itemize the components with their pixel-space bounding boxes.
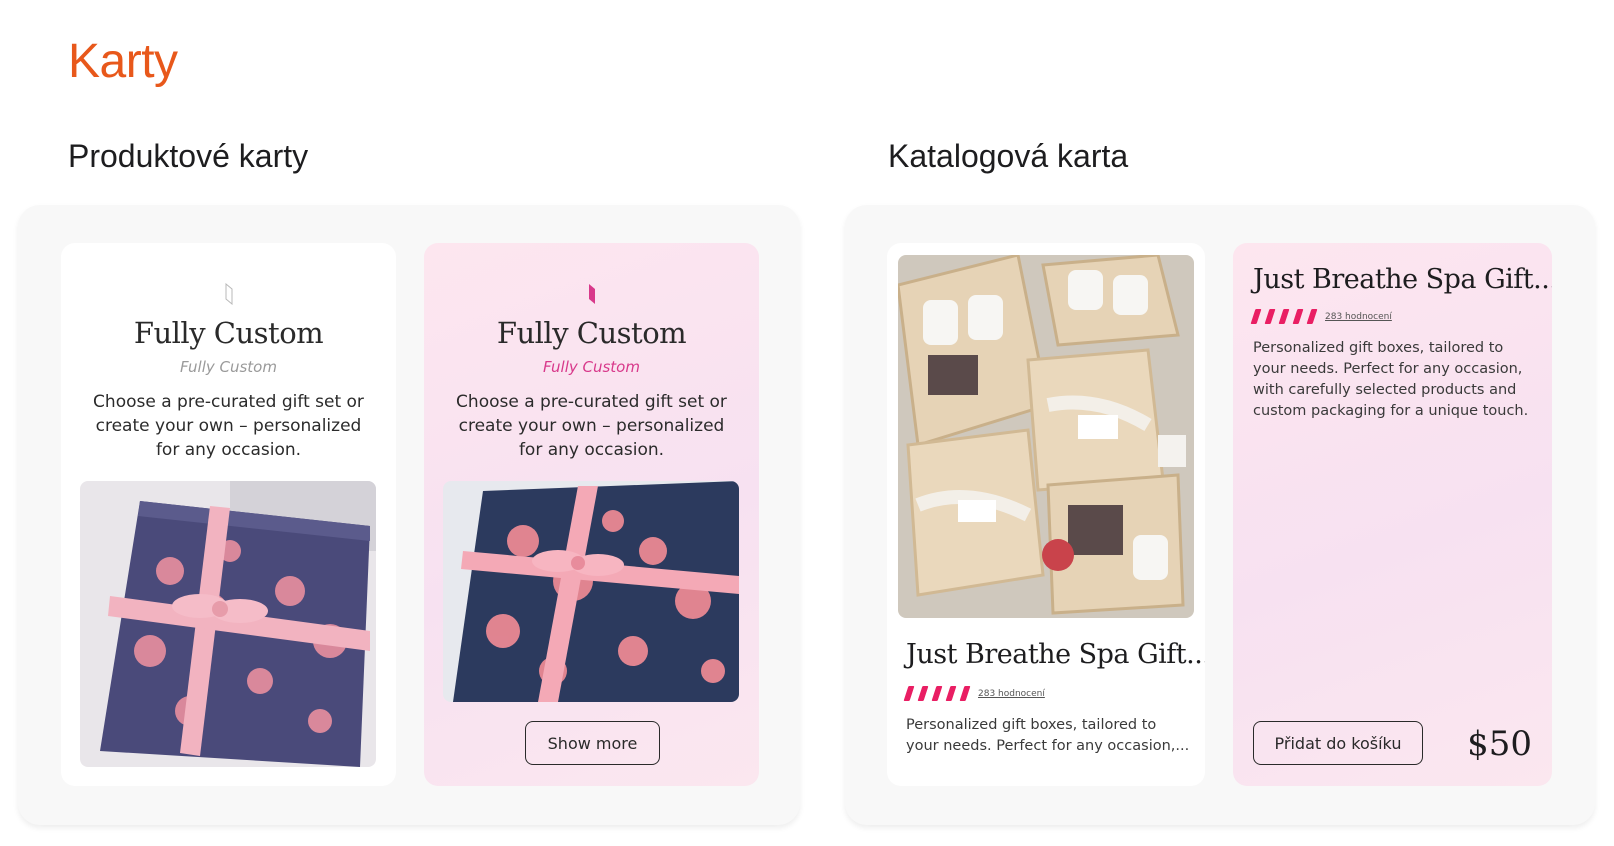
rating-stars bbox=[903, 686, 971, 701]
star-icon bbox=[931, 686, 943, 701]
star-icon bbox=[1278, 309, 1290, 324]
product-card-subtitle: Fully Custom bbox=[543, 358, 640, 376]
show-more-button[interactable]: Show more bbox=[525, 721, 660, 765]
catalog-card-title: Just Breathe Spa Gift... bbox=[1253, 264, 1552, 295]
star-icon bbox=[1264, 309, 1276, 324]
product-card-pink[interactable]: Fully Custom Fully Custom Choose a pre-c… bbox=[424, 243, 759, 786]
catalog-card-title: Just Breathe Spa Gift... bbox=[906, 639, 1205, 670]
add-to-cart-button[interactable]: Přidat do košíku bbox=[1253, 721, 1423, 765]
product-card-title: Fully Custom bbox=[133, 316, 324, 350]
page-title: Karty bbox=[68, 35, 178, 88]
star-icon bbox=[1306, 309, 1318, 324]
star-icon bbox=[1250, 309, 1262, 324]
rating-stars bbox=[1250, 309, 1318, 324]
star-icon bbox=[1292, 309, 1304, 324]
leaf-filled-icon bbox=[588, 284, 595, 304]
spa-gift-boxes-image bbox=[898, 255, 1194, 618]
star-icon bbox=[959, 686, 971, 701]
product-card-subtitle: Fully Custom bbox=[180, 358, 277, 376]
catalog-card-description: Personalized gift boxes, tailored to you… bbox=[906, 717, 1190, 754]
star-icon bbox=[903, 686, 915, 701]
product-card-white[interactable]: Fully Custom Fully Custom Choose a pre-c… bbox=[61, 243, 396, 786]
section-heading-catalog-card: Katalogová karta bbox=[888, 138, 1129, 174]
catalog-card-pink[interactable]: Just Breathe Spa Gift... 283 hodnocení P… bbox=[1233, 243, 1552, 786]
gift-box-image bbox=[443, 481, 739, 702]
section-heading-product-cards: Produktové karty bbox=[68, 138, 309, 174]
rating-row: 283 hodnocení bbox=[903, 686, 1045, 701]
star-icon bbox=[945, 686, 957, 701]
catalog-card-description: Personalized gift boxes, tailored to you… bbox=[1253, 340, 1529, 419]
rating-count-link[interactable]: 283 hodnocení bbox=[1325, 312, 1392, 322]
gift-box-image bbox=[80, 481, 376, 767]
rating-row: 283 hodnocení bbox=[1250, 309, 1392, 324]
product-card-description: Choose a pre-curated gift set or create … bbox=[93, 392, 364, 460]
product-card-description: Choose a pre-curated gift set or create … bbox=[456, 392, 727, 460]
catalog-card-with-image[interactable]: Just Breathe Spa Gift... 283 hodnocení P… bbox=[887, 243, 1205, 786]
product-card-title: Fully Custom bbox=[496, 316, 687, 350]
leaf-outline-icon bbox=[225, 283, 232, 305]
rating-count-link[interactable]: 283 hodnocení bbox=[978, 689, 1045, 699]
star-icon bbox=[917, 686, 929, 701]
price: $50 bbox=[1467, 724, 1532, 764]
